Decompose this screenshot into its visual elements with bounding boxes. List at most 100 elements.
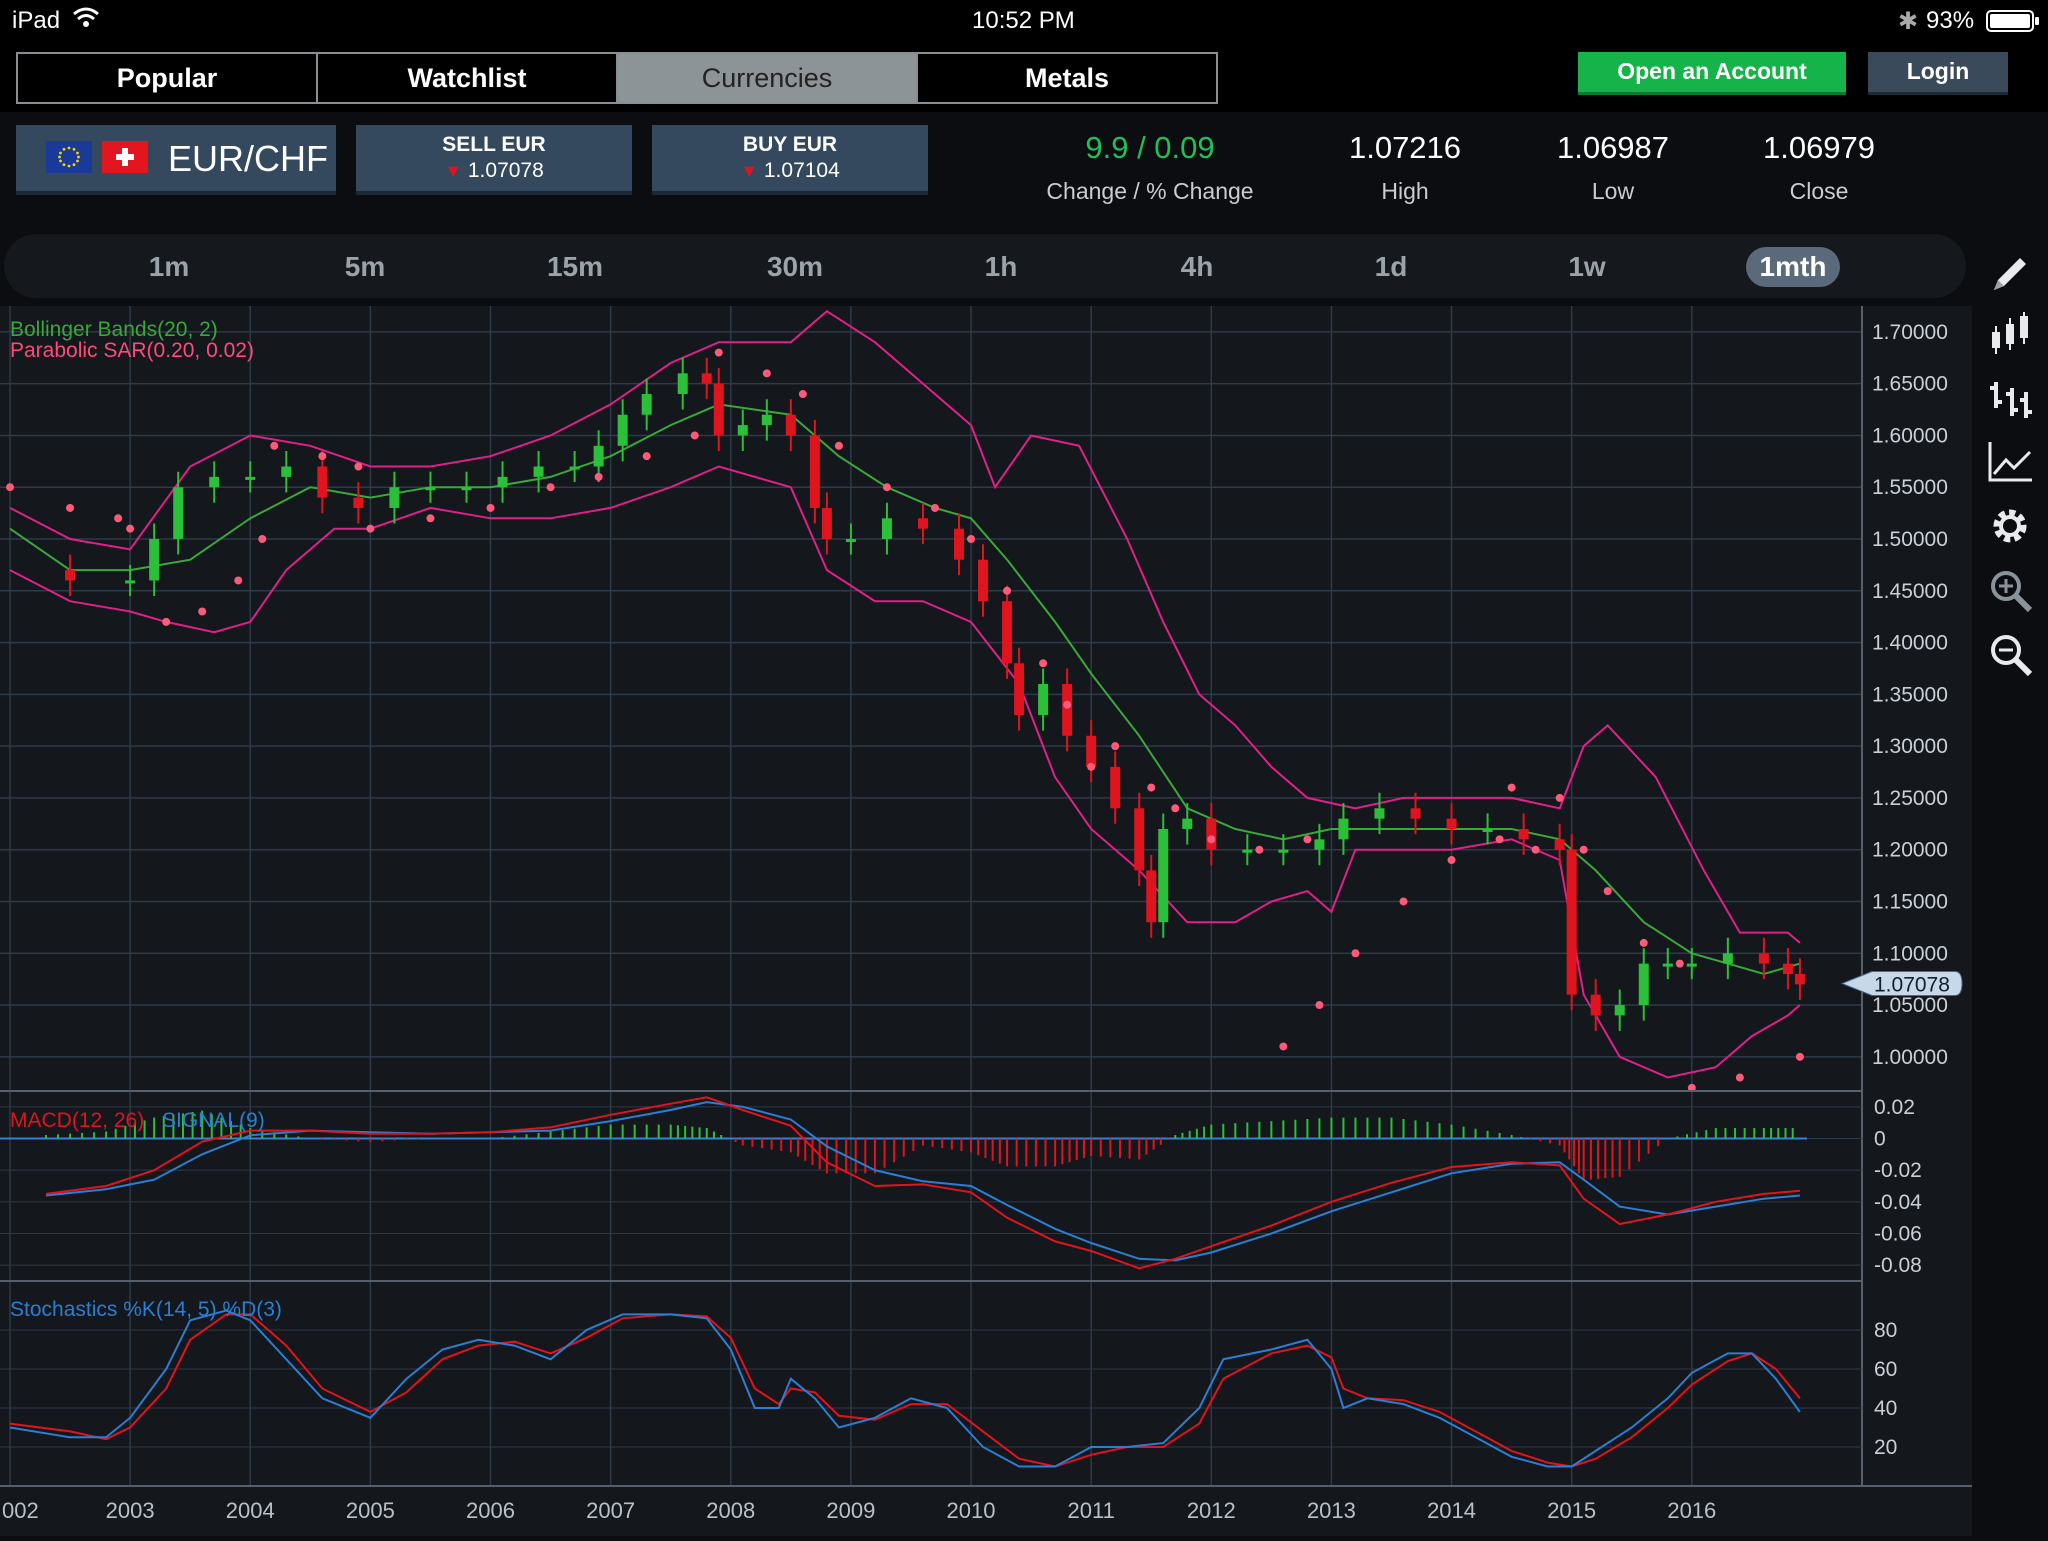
- candle-body: [809, 435, 820, 508]
- timeframe-5m[interactable]: 5m: [318, 247, 412, 287]
- legend-macd: MACD(12, 26): [10, 1109, 144, 1132]
- candle-body: [1758, 953, 1769, 964]
- chart-area[interactable]: 002 2003 2004 2005 2006 2007 2008 2009 2010 2011 2…: [0, 306, 1972, 1536]
- ohlc-bars-icon[interactable]: [1986, 374, 2034, 422]
- candle-body: [1554, 839, 1565, 850]
- y-axis-label: 1.60000: [1872, 424, 1948, 447]
- sar-dot: [798, 390, 807, 399]
- sar-dot: [6, 483, 14, 492]
- candle-body: [1782, 963, 1793, 974]
- sar-dot: [1507, 783, 1516, 792]
- zoom-out-icon[interactable]: [1986, 630, 2034, 678]
- candle-body: [569, 466, 580, 470]
- y-axis-label: 1.00000: [1872, 1046, 1948, 1069]
- x-axis-label: 2011: [1068, 1498, 1115, 1523]
- candle-body: [1146, 870, 1157, 923]
- sar-dot: [967, 535, 976, 544]
- timeframe-1m[interactable]: 1m: [122, 247, 216, 287]
- wifi-icon: [72, 4, 100, 39]
- tab-currencies[interactable]: Currencies: [618, 54, 918, 102]
- x-axis-label: 2009: [826, 1498, 875, 1523]
- x-axis-label: 2008: [706, 1498, 755, 1523]
- sar-dot: [1639, 938, 1648, 947]
- sar-dot: [1675, 959, 1684, 968]
- candle-body: [713, 383, 724, 436]
- instrument-selector[interactable]: EUR/CHF: [16, 125, 336, 191]
- y-axis-label: 1.25000: [1872, 787, 1948, 810]
- sar-dot: [1399, 897, 1408, 906]
- legend-signal: SIGNAL(9): [162, 1109, 265, 1132]
- y-axis-label: 1.05000: [1872, 994, 1948, 1017]
- candle-body: [461, 487, 472, 491]
- candle-body: [1614, 1005, 1625, 1016]
- x-axis-label: 2013: [1307, 1498, 1356, 1523]
- candle-body: [737, 425, 748, 436]
- candle-body: [978, 559, 989, 602]
- candlestick-icon[interactable]: [1986, 310, 2034, 358]
- status-bar: iPad 10:52 PM ✱ 93%: [0, 0, 2048, 40]
- line-chart-icon[interactable]: [1986, 438, 2034, 486]
- sar-dot: [126, 524, 135, 533]
- candle-body: [1590, 994, 1601, 1016]
- timeframe-1d[interactable]: 1d: [1344, 247, 1438, 287]
- timeframe-30m[interactable]: 30m: [748, 247, 842, 287]
- sell-button[interactable]: SELL EUR ▼ 1.07078: [356, 125, 632, 191]
- candle-body: [1518, 828, 1529, 840]
- sar-dot: [234, 576, 243, 585]
- price-chart[interactable]: 002 2003 2004 2005 2006 2007 2008 2009 2010 2011 2…: [0, 306, 1972, 1536]
- sar-dot: [258, 535, 267, 544]
- y-axis-label: 40: [1874, 1397, 1897, 1420]
- y-axis-label: 1.65000: [1872, 373, 1948, 396]
- sar-dot: [1315, 1001, 1324, 1010]
- candle-body: [1038, 684, 1049, 716]
- candle-body: [389, 487, 400, 508]
- chart-background: [0, 306, 1972, 1536]
- sar-dot: [1039, 659, 1048, 668]
- timeframe-1w[interactable]: 1w: [1540, 247, 1634, 287]
- sar-dot: [1303, 835, 1312, 844]
- sar-dot: [354, 462, 363, 471]
- timeframe-1h[interactable]: 1h: [954, 247, 1048, 287]
- buy-button[interactable]: BUY EUR ▼ 1.07104: [652, 125, 928, 191]
- candle-body: [533, 466, 544, 477]
- sar-dot: [1351, 949, 1360, 958]
- sar-dot: [366, 524, 375, 533]
- y-axis-label: 20: [1874, 1436, 1897, 1459]
- sar-dot: [882, 483, 891, 492]
- candle-body: [785, 414, 796, 436]
- tab-metals[interactable]: Metals: [918, 54, 1216, 102]
- timeframe-15m[interactable]: 15m: [528, 247, 622, 287]
- sar-dot: [1255, 845, 1264, 854]
- tab-popular[interactable]: Popular: [18, 54, 318, 102]
- battery-level: 93%: [1926, 7, 1975, 34]
- change-label: Change / % Change: [1046, 178, 1254, 204]
- timeframe-4h[interactable]: 4h: [1150, 247, 1244, 287]
- sar-dot: [1603, 887, 1612, 896]
- pencil-icon[interactable]: [1986, 250, 2034, 298]
- x-axis-label: 2005: [346, 1498, 395, 1523]
- candle-body: [1182, 818, 1193, 829]
- candle-body: [317, 466, 328, 498]
- low-label: Low: [1591, 178, 1635, 204]
- device-name: iPad: [12, 7, 61, 34]
- candle-body: [917, 518, 928, 529]
- eu-flag-icon: [46, 141, 92, 173]
- legend-parabolic-sar: Parabolic SAR(0.20, 0.02): [10, 339, 254, 362]
- x-axis-label: 2003: [106, 1498, 155, 1523]
- tab-watchlist[interactable]: Watchlist: [318, 54, 618, 102]
- open-account-button[interactable]: Open an Account: [1578, 52, 1846, 92]
- candle-body: [1062, 684, 1073, 736]
- login-button[interactable]: Login: [1868, 52, 2008, 92]
- sar-dot: [1579, 845, 1588, 854]
- y-axis-label: 1.40000: [1872, 632, 1948, 655]
- gear-icon[interactable]: [1986, 502, 2034, 550]
- candle-body: [65, 570, 76, 581]
- sar-dot: [318, 452, 327, 461]
- timeframe-1mth[interactable]: 1mth: [1746, 247, 1840, 287]
- candle-body: [677, 373, 688, 395]
- buy-price: 1.07104: [763, 159, 840, 182]
- buy-label: BUY EUR: [742, 133, 838, 156]
- candle-body: [353, 497, 364, 508]
- zoom-in-icon[interactable]: [1986, 566, 2034, 614]
- candle-body: [881, 518, 892, 540]
